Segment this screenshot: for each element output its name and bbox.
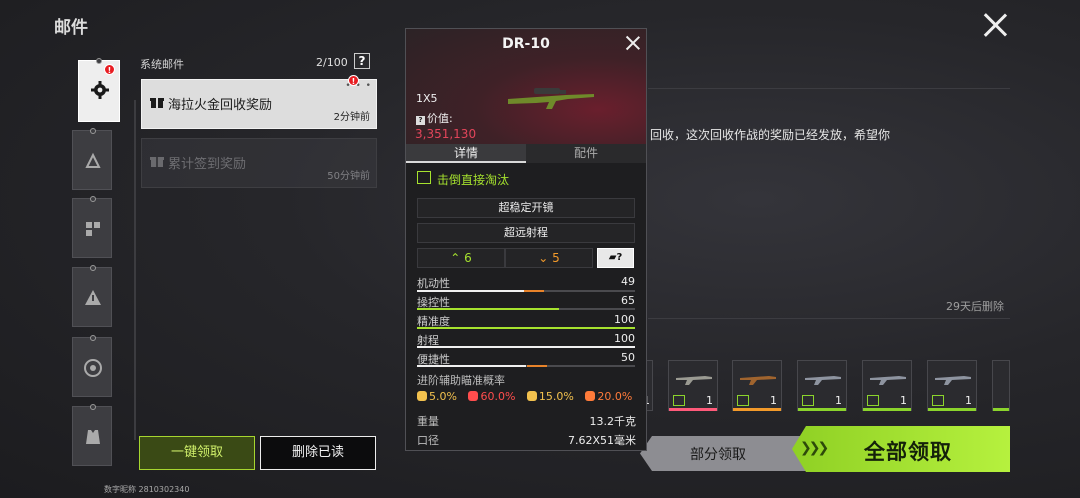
mail-category-label: 系统邮件: [140, 58, 184, 71]
caliber-value: 7.62X51毫米: [567, 434, 636, 447]
gift-icon: [150, 98, 164, 108]
claim-all-label: 全部领取: [864, 440, 952, 464]
warning-icon: [85, 290, 101, 305]
item-name: DR-10: [502, 36, 550, 52]
buff-count: ⌃ 6: [417, 248, 505, 268]
attachment-item[interactable]: 1: [732, 360, 782, 411]
chevron-down-icon: ⌄: [538, 251, 553, 265]
mail-item-time: 50分钟前: [327, 171, 370, 182]
rifle-icon: [870, 376, 906, 385]
stat-value: 100: [614, 313, 635, 326]
close-icon[interactable]: [626, 36, 640, 50]
weapon-help-button[interactable]: ▰?: [597, 248, 634, 268]
divider: [648, 318, 1010, 319]
aim-assist-row: 5.0% 60.0% 15.0% 20.0%: [417, 390, 640, 403]
player-id: 数字昵称 2810302340: [104, 485, 190, 494]
shield-icon: [84, 359, 102, 377]
page-title: 邮件: [54, 18, 88, 38]
stat-value: 65: [621, 294, 635, 307]
weight-value: 13.2千克: [589, 415, 637, 428]
trait-tag: 超稳定开镜: [417, 198, 635, 218]
category-tab-2[interactable]: [72, 128, 112, 190]
arm-icon: [526, 391, 537, 401]
unread-badge-icon: !: [348, 75, 359, 86]
stat-value: 49: [621, 275, 635, 288]
chevron-right-icon: ❯❯❯: [800, 440, 829, 456]
mail-item[interactable]: 海拉火金回收奖励 • • • 2分钟前: [141, 79, 377, 129]
attachment-qty: 1: [770, 394, 777, 407]
rifle-icon: [935, 376, 971, 385]
unread-badge-icon: !: [104, 64, 115, 75]
attachment-item[interactable]: [992, 360, 1010, 411]
delete-read-button[interactable]: 删除已读: [260, 436, 376, 470]
leg-icon: [585, 391, 596, 401]
gift-icon: [150, 157, 164, 167]
stat-value: 100: [614, 332, 635, 345]
chevron-up-icon: ⌃: [450, 251, 465, 265]
stat-bar: [417, 290, 635, 292]
mail-item-title: 海拉火金回收奖励: [168, 98, 273, 113]
mail-body-text: 回收，这次回收作战的奖励已经发放，希望你: [650, 128, 891, 142]
attachment-item[interactable]: 1: [668, 360, 718, 411]
attachment-qty: 1: [965, 394, 972, 407]
category-tab-6[interactable]: [72, 404, 112, 466]
stat-bar: [417, 346, 635, 348]
divider: [134, 100, 136, 440]
mail-item[interactable]: 累计签到奖励 50分钟前: [141, 138, 377, 188]
vest-icon: [86, 430, 100, 444]
attachment-qty: 1: [835, 394, 842, 407]
close-icon[interactable]: [982, 12, 1008, 38]
caliber-label: 口径: [417, 434, 439, 447]
mail-item-title: 累计签到奖励: [168, 157, 247, 172]
stat-label: 机动性: [417, 277, 450, 290]
puzzle-icon: [86, 222, 100, 236]
category-tab-5[interactable]: [72, 335, 112, 397]
item-value: 3,351,130: [415, 127, 477, 141]
attachment-item[interactable]: 1: [862, 360, 912, 411]
divider: [648, 88, 1010, 89]
aim-assist-title: 进阶辅助瞄准概率: [417, 374, 505, 387]
trait-tag: 超远射程: [417, 223, 635, 243]
rifle-icon: [805, 376, 841, 385]
mail-item-time: 2分钟前: [333, 112, 370, 123]
stat-value: 50: [621, 351, 635, 364]
debuff-count: ⌄ 5: [505, 248, 593, 268]
mail-count: 2/100: [316, 56, 348, 69]
attachment-qty: 1: [706, 394, 713, 407]
partial-claim-label: 部分领取: [690, 447, 746, 463]
sniper-rifle-icon: [508, 88, 594, 109]
help-button[interactable]: ?: [354, 53, 370, 69]
gear-icon: [91, 81, 109, 99]
stat-bar: [417, 365, 635, 367]
knockdown-trait: 击倒直接淘汰: [437, 173, 510, 187]
value-label: ? 价值:: [416, 110, 453, 126]
weight-label: 重量: [417, 415, 439, 428]
attachment-item[interactable]: 1: [797, 360, 847, 411]
stat-bar: [417, 308, 635, 310]
tab-attachments[interactable]: 配件: [526, 144, 646, 163]
category-tab-4[interactable]: [72, 265, 112, 327]
attachment-item[interactable]: 1: [927, 360, 977, 411]
value-icon: ?: [416, 116, 425, 125]
head-icon: [417, 391, 427, 401]
category-tab-3[interactable]: [72, 196, 112, 258]
tab-details[interactable]: 详情: [406, 144, 526, 163]
attachment-qty: 1: [900, 394, 907, 407]
chest-icon: [468, 391, 479, 401]
claim-all-mail-button[interactable]: 一键领取: [139, 436, 255, 470]
rifle-icon: [740, 376, 776, 385]
stat-bar: [417, 327, 635, 329]
knockdown-icon: [417, 171, 431, 184]
mail-expire-text: 29天后删除: [946, 300, 1004, 313]
rifle-icon: [676, 376, 712, 385]
item-qty: 1X5: [416, 92, 438, 105]
knife-icon: [85, 152, 101, 168]
